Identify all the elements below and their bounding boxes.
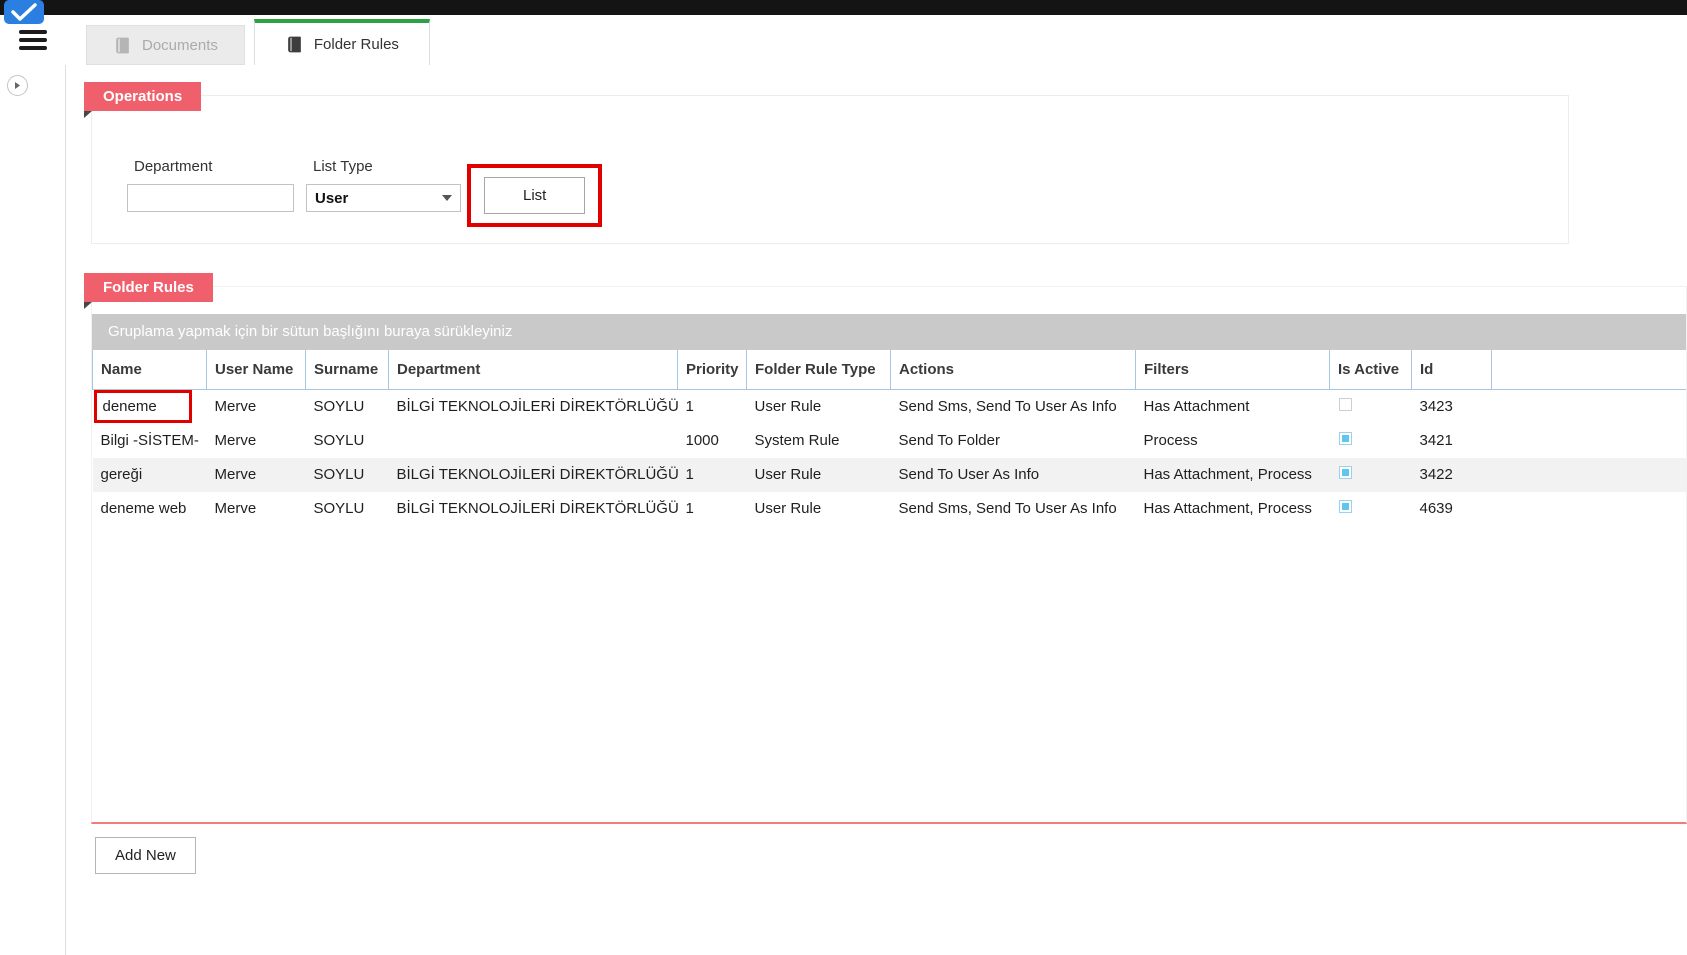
department-input[interactable] — [127, 184, 294, 212]
cell-filler — [1492, 492, 1687, 526]
list-type-selected-value: User — [307, 190, 442, 207]
folder-rules-table: Name User Name Surname Department Priori… — [92, 350, 1686, 526]
left-sidebar — [0, 65, 66, 955]
chevron-down-icon — [442, 195, 452, 201]
cell-department: BİLGİ TEKNOLOJİLERİ DİREKTÖRLÜĞÜ — [389, 390, 678, 424]
column-header-filler — [1492, 350, 1687, 390]
cell-filters: Has Attachment, Process — [1136, 458, 1330, 492]
cell-department: BİLGİ TEKNOLOJİLERİ DİREKTÖRLÜĞÜ — [389, 492, 678, 526]
is-active-checkbox[interactable] — [1339, 466, 1352, 479]
cell-id: 3423 — [1412, 390, 1492, 424]
cell-is-active — [1330, 458, 1412, 492]
cell-surname: SOYLU — [306, 424, 389, 458]
column-header-department[interactable]: Department — [389, 350, 678, 390]
cell-is-active — [1330, 424, 1412, 458]
cell-filters: Has Attachment, Process — [1136, 492, 1330, 526]
cell-name: gereği — [93, 458, 207, 492]
cell-surname: SOYLU — [306, 458, 389, 492]
tab-folder-rules-label: Folder Rules — [314, 36, 399, 53]
cell-rule-type: User Rule — [747, 390, 891, 424]
cell-user-name: Merve — [207, 390, 306, 424]
list-button[interactable]: List — [484, 177, 585, 214]
tab-strip: Documents Folder Rules — [0, 15, 1687, 65]
tab-documents-label: Documents — [142, 37, 218, 54]
cell-filters: Has Attachment — [1136, 390, 1330, 424]
table-row[interactable]: Bilgi -SİSTEM- Merve SOYLU 1000 System R… — [93, 424, 1687, 458]
table-row[interactable]: deneme Merve SOYLU BİLGİ TEKNOLOJİLERİ D… — [93, 390, 1687, 424]
cell-department — [389, 424, 678, 458]
cell-priority: 1 — [678, 390, 747, 424]
folder-rules-section-label: Folder Rules — [84, 273, 213, 302]
cell-priority: 1 — [678, 458, 747, 492]
book-icon — [113, 36, 132, 55]
cell-is-active — [1330, 492, 1412, 526]
cell-name: deneme — [93, 390, 207, 424]
annotation-box-name-cell: deneme — [94, 390, 192, 423]
grid-group-drop-zone[interactable]: Gruplama yapmak için bir sütun başlığını… — [92, 314, 1686, 350]
tab-folder-rules[interactable]: Folder Rules — [254, 19, 430, 65]
folder-rules-panel: Folder Rules Gruplama yapmak için bir sü… — [91, 286, 1687, 824]
cell-rule-type: User Rule — [747, 458, 891, 492]
cell-surname: SOYLU — [306, 492, 389, 526]
cell-priority: 1 — [678, 492, 747, 526]
table-row[interactable]: gereği Merve SOYLU BİLGİ TEKNOLOJİLERİ D… — [93, 458, 1687, 492]
list-type-dropdown[interactable]: User — [306, 184, 461, 212]
column-header-name[interactable]: Name — [93, 350, 207, 390]
column-header-actions[interactable]: Actions — [891, 350, 1136, 390]
operations-panel: Operations Department List Type User Lis… — [91, 95, 1569, 244]
cell-is-active — [1330, 390, 1412, 424]
cell-filler — [1492, 390, 1687, 424]
sidebar-expand-button[interactable] — [7, 75, 28, 96]
is-active-checkbox[interactable] — [1339, 500, 1352, 513]
tab-documents[interactable]: Documents — [86, 25, 245, 65]
column-header-priority[interactable]: Priority — [678, 350, 747, 390]
column-header-folder-rule-type[interactable]: Folder Rule Type — [747, 350, 891, 390]
column-header-surname[interactable]: Surname — [306, 350, 389, 390]
cell-filters: Process — [1136, 424, 1330, 458]
cell-surname: SOYLU — [306, 390, 389, 424]
cell-id: 3421 — [1412, 424, 1492, 458]
operations-section-label: Operations — [84, 82, 201, 111]
cell-actions: Send Sms, Send To User As Info — [891, 390, 1136, 424]
cell-user-name: Merve — [207, 424, 306, 458]
top-bar — [0, 0, 1687, 15]
cell-filler — [1492, 424, 1687, 458]
cell-id: 3422 — [1412, 458, 1492, 492]
table-header-row: Name User Name Surname Department Priori… — [93, 350, 1687, 390]
column-header-id[interactable]: Id — [1412, 350, 1492, 390]
is-active-checkbox[interactable] — [1339, 398, 1352, 411]
cell-actions: Send To Folder — [891, 424, 1136, 458]
cell-name: Bilgi -SİSTEM- — [93, 424, 207, 458]
cell-id: 4639 — [1412, 492, 1492, 526]
cell-filler — [1492, 458, 1687, 492]
cell-actions: Send To User As Info — [891, 458, 1136, 492]
grid-empty-area — [92, 526, 1686, 822]
app-logo-icon[interactable] — [4, 0, 46, 31]
cell-department: BİLGİ TEKNOLOJİLERİ DİREKTÖRLÜĞÜ — [389, 458, 678, 492]
column-header-user-name[interactable]: User Name — [207, 350, 306, 390]
cell-rule-type: System Rule — [747, 424, 891, 458]
list-type-label: List Type — [313, 158, 461, 175]
cell-priority: 1000 — [678, 424, 747, 458]
table-row[interactable]: deneme web Merve SOYLU BİLGİ TEKNOLOJİLE… — [93, 492, 1687, 526]
is-active-checkbox[interactable] — [1339, 432, 1352, 445]
cell-actions: Send Sms, Send To User As Info — [891, 492, 1136, 526]
add-new-button[interactable]: Add New — [95, 837, 196, 874]
cell-user-name: Merve — [207, 492, 306, 526]
annotation-box-list-button: List — [467, 164, 602, 227]
book-icon — [285, 35, 304, 54]
cell-rule-type: User Rule — [747, 492, 891, 526]
column-header-is-active[interactable]: Is Active — [1330, 350, 1412, 390]
cell-user-name: Merve — [207, 458, 306, 492]
cell-name: deneme web — [93, 492, 207, 526]
department-label: Department — [134, 158, 294, 175]
column-header-filters[interactable]: Filters — [1136, 350, 1330, 390]
